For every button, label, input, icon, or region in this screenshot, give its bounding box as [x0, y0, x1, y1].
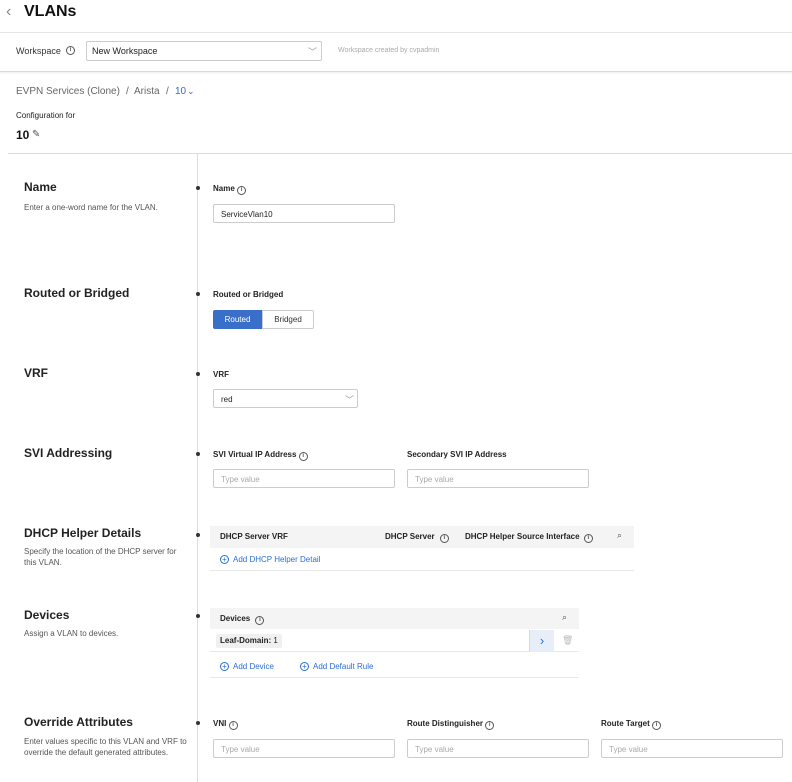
section-title-dhcp: DHCP Helper Details	[24, 526, 142, 540]
section-title-vrf: VRF	[24, 366, 48, 380]
section-title-name: Name	[24, 180, 57, 194]
info-icon[interactable]: i	[237, 186, 247, 195]
info-icon[interactable]: i	[66, 46, 75, 55]
info-icon[interactable]: i	[651, 721, 661, 730]
divider	[8, 153, 792, 154]
workspace-label: Workspace	[16, 46, 61, 56]
route-distinguisher-label: Route Distinguisher i	[407, 719, 495, 730]
info-icon[interactable]: i	[255, 616, 265, 625]
step-bullet	[196, 372, 200, 376]
search-icon[interactable]: ⌕	[617, 530, 622, 541]
workspace-select-value: New Workspace	[92, 46, 158, 56]
step-bullet	[196, 721, 200, 725]
svi-virtual-label: SVI Virtual IP Address i	[213, 450, 308, 461]
step-bullet	[196, 186, 200, 190]
breadcrumb-item-vlan[interactable]: 10	[175, 86, 186, 97]
info-icon[interactable]: i	[485, 721, 495, 730]
svi-virtual-ip-input[interactable]: Type value	[213, 469, 395, 488]
section-title-override: Override Attributes	[24, 715, 133, 729]
workspace-created-note: Workspace created by cvpadmin	[338, 47, 440, 54]
svi-secondary-ip-input[interactable]: Type value	[407, 469, 589, 488]
info-icon[interactable]: i	[228, 721, 238, 730]
divider	[210, 677, 579, 678]
vni-input[interactable]: Type value	[213, 739, 395, 758]
info-icon[interactable]: i	[439, 534, 449, 543]
route-target-input[interactable]: Type value	[601, 739, 783, 758]
route-distinguisher-input[interactable]: Type value	[407, 739, 589, 758]
vrf-field-label: VRF	[213, 370, 229, 379]
device-tag[interactable]: Leaf-Domain: 1	[216, 634, 282, 648]
chevron-down-icon: ﹀	[308, 47, 318, 57]
section-desc-name: Enter a one-word name for the VLAN.	[24, 203, 158, 212]
dhcp-col-vrf: DHCP Server VRF	[220, 532, 288, 541]
add-default-rule-button[interactable]: + Add Default Rule	[300, 662, 373, 671]
section-title-svi: SVI Addressing	[24, 446, 113, 460]
add-dhcp-helper-button[interactable]: + Add DHCP Helper Detail	[220, 555, 320, 564]
info-icon[interactable]: i	[583, 534, 593, 543]
step-bullet	[196, 533, 200, 537]
divider	[210, 570, 634, 571]
breadcrumb-separator: /	[126, 86, 129, 97]
section-title-routed: Routed or Bridged	[24, 286, 130, 300]
vertical-divider	[197, 154, 198, 782]
section-title-devices: Devices	[24, 608, 70, 622]
dhcp-col-server: DHCP Server i	[385, 532, 449, 543]
plus-circle-icon: +	[220, 555, 229, 564]
add-device-button[interactable]: + Add Device	[220, 662, 274, 671]
breadcrumb-item-service[interactable]: EVPN Services (Clone)	[16, 86, 120, 97]
svi-secondary-label: Secondary SVI IP Address	[407, 450, 507, 459]
breadcrumb-separator: /	[166, 86, 169, 97]
routed-toggle-button[interactable]: Routed	[213, 310, 262, 329]
back-chevron-icon[interactable]: ‹	[6, 4, 16, 20]
section-desc-devices: Assign a VLAN to devices.	[24, 629, 119, 638]
bridged-toggle-button[interactable]: Bridged	[262, 310, 314, 329]
info-icon[interactable]: i	[298, 452, 308, 461]
plus-circle-icon: +	[300, 662, 309, 671]
pencil-icon[interactable]: ✎	[32, 129, 40, 140]
breadcrumb-item-tenant[interactable]: Arista	[134, 86, 160, 97]
section-desc-override: Enter values specific to this VLAN and V…	[24, 737, 187, 757]
page-title: VLANs	[24, 3, 77, 20]
expand-row-button[interactable]: ›	[529, 630, 554, 652]
routed-field-label: Routed or Bridged	[213, 290, 284, 299]
devices-col-label: Devices i	[220, 614, 265, 625]
name-field-label: Name i	[213, 184, 247, 195]
chevron-down-icon: ﹀	[345, 395, 355, 405]
route-target-label: Route Target i	[601, 719, 661, 730]
step-bullet	[196, 614, 200, 618]
plus-circle-icon: +	[220, 662, 229, 671]
page-header	[0, 0, 792, 31]
configuration-value: 10	[16, 128, 30, 142]
devices-table-header	[210, 608, 579, 629]
chevron-down-icon[interactable]: ⌄	[187, 86, 195, 97]
section-desc-dhcp: Specify the location of the DHCP server …	[24, 547, 177, 567]
vrf-select[interactable]: red	[213, 389, 358, 408]
vni-label: VNI i	[213, 719, 238, 730]
configuration-label: Configuration for	[16, 111, 76, 120]
step-bullet	[196, 452, 200, 456]
trash-icon[interactable]: 🗑	[562, 635, 573, 646]
dhcp-col-source-interface: DHCP Helper Source Interface i	[465, 532, 593, 543]
search-icon[interactable]: ⌕	[562, 612, 567, 623]
name-input[interactable]: ServiceVlan10	[213, 204, 395, 223]
step-bullet	[196, 292, 200, 296]
